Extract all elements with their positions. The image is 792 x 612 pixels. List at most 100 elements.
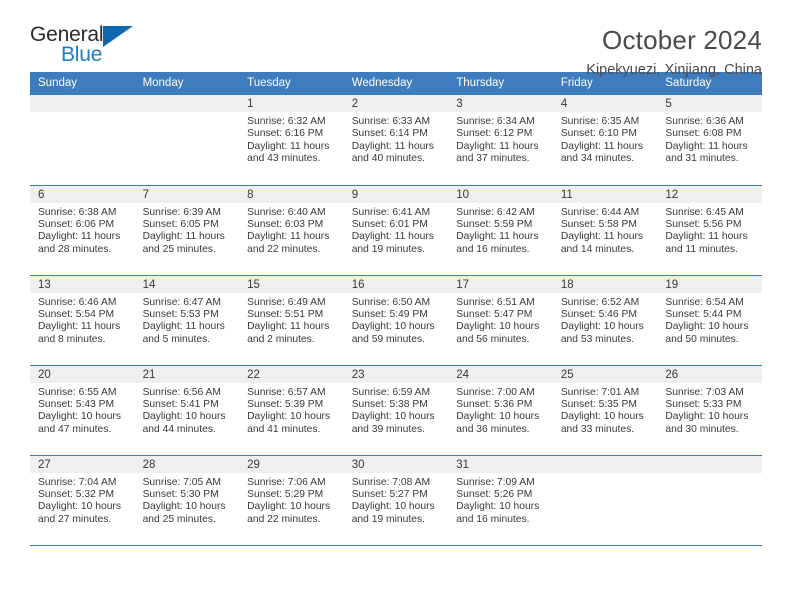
day-cell[interactable]: 11 Sunrise: 6:44 AM Sunset: 5:58 PM Dayligh…: [552, 184, 658, 275]
day-cell[interactable]: 3 Sunrise: 6:34 AM Sunset: 6:12 PM Daylight…: [448, 95, 553, 185]
day-cell[interactable]: 17 Sunrise: 6:51 AM Sunset: 5:47 PM Dayligh…: [448, 274, 553, 365]
day-cell[interactable]: 19 Sunrise: 6:54 AM Sunset: 5:44 PM Dayligh…: [657, 274, 762, 365]
sunrise-text: Sunrise: 6:39 AM: [142, 206, 221, 218]
day-number: 16: [343, 275, 449, 293]
day-cell[interactable]: 15 Sunrise: 6:49 AM Sunset: 5:51 PM Dayligh…: [239, 274, 344, 365]
sunset-text: Sunset: 5:30 PM: [142, 488, 219, 500]
daylight-text: Daylight: 10 hours and 22 minutes.: [247, 501, 331, 525]
day-cell[interactable]: 22 Sunrise: 6:57 AM Sunset: 5:39 PM Dayligh…: [239, 364, 344, 455]
day-details: Sunrise: 7:00 AM Sunset: 5:36 PM Daylight:…: [448, 383, 553, 437]
day-number: 5: [657, 95, 762, 112]
daylight-text: Daylight: 11 hours and 16 minutes.: [456, 231, 539, 255]
day-details: Sunrise: 6:35 AM Sunset: 6:10 PM Daylight:…: [553, 112, 658, 166]
day-cell[interactable]: 2 Sunrise: 6:33 AM Sunset: 6:14 PM Daylight…: [343, 95, 449, 185]
day-details: Sunrise: 6:32 AM Sunset: 6:16 PM Daylight:…: [239, 112, 344, 166]
sunrise-text: Sunrise: 6:35 AM: [560, 116, 640, 127]
daylight-text: Daylight: 11 hours and 31 minutes.: [665, 140, 748, 165]
day-number: 2: [343, 95, 449, 112]
day-number: 29: [239, 455, 344, 473]
sunset-text: Sunset: 5:27 PM: [351, 488, 428, 500]
day-cell[interactable]: 30 Sunrise: 7:08 AM Sunset: 5:27 PM Dayligh…: [343, 454, 449, 545]
day-cell[interactable]: [30, 95, 135, 185]
day-cell[interactable]: 5 Sunrise: 6:36 AM Sunset: 6:08 PM Daylight…: [657, 95, 762, 185]
day-cell[interactable]: [657, 454, 762, 545]
sunrise-text: Sunrise: 6:38 AM: [38, 206, 117, 218]
sunrise-text: Sunrise: 6:57 AM: [247, 386, 326, 398]
day-cell[interactable]: 28 Sunrise: 7:05 AM Sunset: 5:30 PM Dayligh…: [134, 454, 240, 545]
sunrise-text: Sunrise: 6:47 AM: [142, 296, 221, 308]
daylight-text: Daylight: 10 hours and 56 minutes.: [456, 321, 540, 345]
day-details: [135, 112, 240, 116]
sunset-text: Sunset: 6:01 PM: [351, 218, 428, 230]
daylight-text: Daylight: 10 hours and 44 minutes.: [142, 411, 226, 435]
day-cell[interactable]: 16 Sunrise: 6:50 AM Sunset: 5:49 PM Dayligh…: [343, 274, 449, 365]
day-cell[interactable]: 6 Sunrise: 6:38 AM Sunset: 6:06 PM Daylight…: [30, 184, 135, 275]
sunset-text: Sunset: 5:33 PM: [665, 398, 742, 410]
day-number: 8: [239, 185, 344, 203]
day-details: Sunrise: 7:04 AM Sunset: 5:32 PM Daylight:…: [30, 473, 135, 527]
sunset-text: Sunset: 5:58 PM: [560, 218, 637, 230]
day-cell[interactable]: 14 Sunrise: 6:47 AM Sunset: 5:53 PM Dayligh…: [134, 274, 240, 365]
daylight-text: Daylight: 11 hours and 14 minutes.: [560, 231, 644, 255]
day-number: 18: [552, 275, 658, 293]
daylight-text: Daylight: 10 hours and 53 minutes.: [560, 321, 644, 345]
day-cell[interactable]: 27 Sunrise: 7:04 AM Sunset: 5:32 PM Dayligh…: [30, 454, 135, 545]
day-number: 3: [448, 95, 553, 112]
day-number: 21: [134, 365, 240, 383]
day-cell[interactable]: [552, 454, 658, 545]
day-details: Sunrise: 6:54 AM Sunset: 5:44 PM Daylight:…: [657, 293, 762, 347]
day-details: Sunrise: 7:09 AM Sunset: 5:26 PM Daylight:…: [448, 473, 553, 527]
day-details: Sunrise: 6:39 AM Sunset: 6:05 PM Daylight:…: [135, 203, 240, 257]
day-number: 9: [343, 185, 449, 203]
day-cell[interactable]: 18 Sunrise: 6:52 AM Sunset: 5:46 PM Dayligh…: [552, 274, 658, 365]
day-cell[interactable]: [134, 95, 240, 185]
sunrise-text: Sunrise: 6:33 AM: [351, 116, 431, 127]
sunrise-text: Sunrise: 6:40 AM: [247, 206, 326, 218]
day-number: [657, 455, 762, 473]
sunset-text: Sunset: 5:59 PM: [456, 218, 533, 230]
daylight-text: Daylight: 10 hours and 25 minutes.: [142, 501, 226, 525]
day-number: [552, 455, 658, 473]
sunset-text: Sunset: 5:46 PM: [560, 308, 637, 320]
day-cell[interactable]: 4 Sunrise: 6:35 AM Sunset: 6:10 PM Daylight…: [552, 95, 658, 185]
day-cell[interactable]: 20 Sunrise: 6:55 AM Sunset: 5:43 PM Dayligh…: [30, 364, 135, 455]
day-details: Sunrise: 7:08 AM Sunset: 5:27 PM Daylight:…: [344, 473, 449, 527]
day-details: Sunrise: 6:36 AM Sunset: 6:08 PM Daylight:…: [657, 112, 762, 166]
sunset-text: Sunset: 5:56 PM: [665, 218, 742, 230]
sunrise-text: Sunrise: 6:54 AM: [665, 296, 744, 308]
sunrise-text: Sunrise: 6:55 AM: [38, 386, 117, 398]
day-cell[interactable]: 1 Sunrise: 6:32 AM Sunset: 6:16 PM Daylight…: [239, 95, 344, 185]
day-cell[interactable]: 26 Sunrise: 7:03 AM Sunset: 5:33 PM Dayligh…: [657, 364, 762, 455]
day-number: 22: [239, 365, 344, 383]
day-cell[interactable]: 12 Sunrise: 6:45 AM Sunset: 5:56 PM Dayligh…: [657, 184, 762, 275]
sunrise-text: Sunrise: 7:06 AM: [247, 476, 326, 488]
sunset-text: Sunset: 5:39 PM: [247, 398, 324, 410]
day-cell[interactable]: 13 Sunrise: 6:46 AM Sunset: 5:54 PM Dayligh…: [30, 274, 135, 365]
sunset-text: Sunset: 5:38 PM: [351, 398, 428, 410]
day-cell[interactable]: 10 Sunrise: 6:42 AM Sunset: 5:59 PM Dayligh…: [448, 184, 553, 275]
weekday-header-monday: Monday: [134, 72, 240, 95]
day-cell[interactable]: 31 Sunrise: 7:09 AM Sunset: 5:26 PM Dayligh…: [448, 454, 553, 545]
day-number: 23: [343, 365, 449, 383]
general-blue-logo[interactable]: General Blue: [30, 24, 150, 70]
day-cell[interactable]: 24 Sunrise: 7:00 AM Sunset: 5:36 PM Dayligh…: [448, 364, 553, 455]
day-number: 7: [134, 185, 240, 203]
day-cell[interactable]: 29 Sunrise: 7:06 AM Sunset: 5:29 PM Dayligh…: [239, 454, 344, 545]
sunrise-text: Sunrise: 7:05 AM: [142, 476, 221, 488]
day-details: Sunrise: 7:06 AM Sunset: 5:29 PM Daylight:…: [239, 473, 344, 527]
daylight-text: Daylight: 11 hours and 37 minutes.: [456, 140, 539, 165]
day-details: Sunrise: 7:01 AM Sunset: 5:35 PM Daylight:…: [553, 383, 658, 437]
day-cell[interactable]: 25 Sunrise: 7:01 AM Sunset: 5:35 PM Dayligh…: [552, 364, 658, 455]
day-cell[interactable]: 7 Sunrise: 6:39 AM Sunset: 6:05 PM Daylight…: [134, 184, 240, 275]
day-cell[interactable]: 9 Sunrise: 6:41 AM Sunset: 6:01 PM Daylight…: [343, 184, 449, 275]
day-number: 14: [134, 275, 240, 293]
day-details: Sunrise: 6:57 AM Sunset: 5:39 PM Daylight:…: [239, 383, 344, 437]
day-cell[interactable]: 21 Sunrise: 6:56 AM Sunset: 5:41 PM Dayligh…: [134, 364, 240, 455]
sunrise-text: Sunrise: 6:34 AM: [456, 116, 535, 127]
sunset-text: Sunset: 6:16 PM: [247, 128, 324, 140]
day-cell[interactable]: 23 Sunrise: 6:59 AM Sunset: 5:38 PM Dayligh…: [343, 364, 449, 455]
daylight-text: Daylight: 11 hours and 11 minutes.: [665, 231, 748, 255]
sunrise-text: Sunrise: 6:52 AM: [560, 296, 640, 308]
day-cell[interactable]: 8 Sunrise: 6:40 AM Sunset: 6:03 PM Daylight…: [239, 184, 344, 275]
sunrise-text: Sunrise: 7:08 AM: [351, 476, 431, 488]
